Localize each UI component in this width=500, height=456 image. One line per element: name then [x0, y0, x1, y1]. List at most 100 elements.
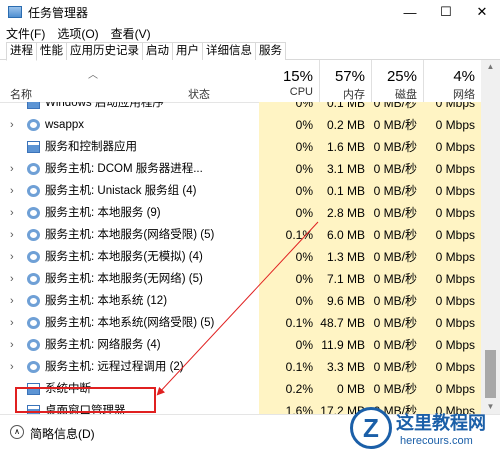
title-bar: 任务管理器 — ☐ ✕ [0, 0, 500, 24]
process-row[interactable]: Windows 启动应用程序 0% 0.1 MB 0 MB/秒 0 Mbps [0, 102, 481, 114]
process-name-cell: › 服务主机: Unistack 服务组 (4) [0, 180, 259, 202]
header-status[interactable]: 状态 [188, 86, 210, 102]
minimize-button[interactable]: — [392, 0, 428, 24]
process-network: 0 Mbps [423, 356, 481, 378]
service-gear-icon [27, 273, 40, 285]
tab-startup[interactable]: 启动 [142, 42, 173, 60]
header-network[interactable]: 4% 网络 [423, 60, 481, 102]
process-memory: 1.6 MB [319, 136, 371, 158]
process-memory: 1.3 MB [319, 246, 371, 268]
process-name-cell: 服务和控制器应用 [0, 136, 259, 158]
process-row[interactable]: › 服务主机: DCOM 服务器进程... 0% 3.1 MB 0 MB/秒 0 Mbps [0, 158, 481, 180]
chevron-right-icon[interactable]: › [10, 114, 14, 136]
process-row[interactable]: › 服务主机: 本地服务(无模拟) (4) 0% 1.3 MB 0 MB/秒 0 Mbps [0, 246, 481, 268]
process-row[interactable]: › 服务主机: Unistack 服务组 (4) 0% 0.1 MB 0 MB/秒 0 M… [0, 180, 481, 202]
header-disk[interactable]: 25% 磁盘 [371, 60, 423, 102]
process-row[interactable]: › 服务主机: 本地服务 (9) 0% 2.8 MB 0 MB/秒 0 Mbps [0, 202, 481, 224]
process-memory: 3.1 MB [319, 158, 371, 180]
maximize-button[interactable]: ☐ [428, 0, 464, 24]
menu-view[interactable]: 查看(V) [111, 25, 151, 42]
process-name: 服务主机: 本地系统 (12) [45, 295, 168, 307]
menu-options[interactable]: 选项(O) [57, 25, 98, 42]
tab-app-history[interactable]: 应用历史记录 [66, 42, 143, 60]
header-name[interactable]: 名称 [10, 86, 32, 102]
process-name-cell: › 服务主机: 远程过程调用 (2) [0, 356, 259, 378]
fewer-details-link[interactable]: 简略信息(D) [30, 425, 95, 442]
header-network-percent: 4% [453, 68, 475, 85]
header-cpu-label: CPU [289, 86, 313, 98]
process-name: 服务主机: 远程过程调用 (2) [45, 361, 184, 373]
tab-users[interactable]: 用户 [172, 42, 203, 60]
tab-performance[interactable]: 性能 [36, 42, 67, 60]
process-memory: 48.7 MB [319, 312, 371, 334]
menu-file[interactable]: 文件(F) [6, 25, 45, 42]
vertical-scrollbar[interactable]: ▲ ▼ [481, 60, 500, 414]
process-network: 0 Mbps [423, 290, 481, 312]
tab-processes[interactable]: 进程 [6, 42, 37, 61]
header-disk-label: 磁盘 [395, 89, 417, 101]
process-memory: 6.0 MB [319, 224, 371, 246]
process-network: 0 Mbps [423, 202, 481, 224]
process-row[interactable]: › 服务主机: 网络服务 (4) 0% 11.9 MB 0 MB/秒 0 Mbps [0, 334, 481, 356]
tab-services[interactable]: 服务 [255, 42, 286, 60]
process-memory: 2.8 MB [319, 202, 371, 224]
chevron-right-icon[interactable]: › [10, 268, 14, 290]
process-network: 0 Mbps [423, 102, 481, 114]
service-gear-icon [27, 207, 40, 219]
scroll-thumb[interactable] [485, 350, 496, 398]
header-memory[interactable]: 57% 内存 [319, 60, 371, 102]
chevron-right-icon[interactable]: › [10, 356, 14, 378]
process-cpu: 0% [259, 102, 319, 114]
process-disk: 0 MB/秒 [371, 246, 423, 268]
watermark-logo-icon: Z [350, 407, 392, 449]
process-row[interactable]: › 服务主机: 本地系统(网络受限) (5) 0.1% 48.7 MB 0 MB/秒 0 … [0, 312, 481, 334]
process-cpu: 0.1% [259, 356, 319, 378]
process-memory: 0.2 MB [319, 114, 371, 136]
watermark-text: 这里教程网 [396, 413, 486, 434]
process-memory: 0 MB [319, 378, 371, 400]
process-name-cell: › 服务主机: 本地服务 (9) [0, 202, 259, 224]
process-row[interactable]: › 服务主机: 本地系统 (12) 0% 9.6 MB 0 MB/秒 0 Mbps [0, 290, 481, 312]
service-gear-icon [27, 361, 40, 373]
process-row[interactable]: › wsappx 0% 0.2 MB 0 MB/秒 0 Mbps [0, 114, 481, 136]
process-row[interactable]: › 服务主机: 本地服务(无网络) (5) 0% 7.1 MB 0 MB/秒 0 Mbps [0, 268, 481, 290]
process-cpu: 0% [259, 180, 319, 202]
close-button[interactable]: ✕ [464, 0, 500, 24]
scroll-up-icon[interactable]: ▲ [481, 60, 500, 74]
process-name: 服务主机: 本地服务(无网络) (5) [45, 273, 203, 285]
process-row[interactable]: › 服务主机: 本地服务(网络受限) (5) 0.1% 6.0 MB 0 MB/秒 0 M… [0, 224, 481, 246]
chevron-right-icon[interactable]: › [10, 334, 14, 356]
process-disk: 0 MB/秒 [371, 312, 423, 334]
process-name-cell: Windows 启动应用程序 [0, 102, 259, 114]
watermark: Z 这里教程网 herecours.com [340, 405, 498, 453]
collapse-up-icon[interactable]: ∧ [10, 425, 24, 439]
chevron-right-icon[interactable]: › [10, 202, 14, 224]
chevron-right-icon[interactable]: › [10, 158, 14, 180]
header-memory-percent: 57% [334, 68, 365, 85]
process-name-cell: › 服务主机: 本地服务(无模拟) (4) [0, 246, 259, 268]
process-cpu: 0% [259, 290, 319, 312]
process-cpu: 0.2% [259, 378, 319, 400]
process-name: 服务和控制器应用 [45, 141, 137, 153]
chevron-right-icon[interactable]: › [10, 246, 14, 268]
chevron-right-icon[interactable]: › [10, 312, 14, 334]
process-network: 0 Mbps [423, 378, 481, 400]
chevron-right-icon[interactable]: › [10, 224, 14, 246]
chevron-right-icon[interactable]: › [10, 290, 14, 312]
menu-bar: 文件(F) 选项(O) 查看(V) [0, 24, 163, 42]
chevron-right-icon[interactable]: › [10, 180, 14, 202]
process-disk: 0 MB/秒 [371, 290, 423, 312]
process-row[interactable]: › 服务主机: 远程过程调用 (2) 0.1% 3.3 MB 0 MB/秒 0 Mbps [0, 356, 481, 378]
header-cpu[interactable]: 15% CPU [259, 60, 319, 102]
process-cpu: 0% [259, 268, 319, 290]
tab-details[interactable]: 详细信息 [202, 42, 256, 60]
process-network: 0 Mbps [423, 224, 481, 246]
process-memory: 0.1 MB [319, 180, 371, 202]
process-cpu: 0.1% [259, 312, 319, 334]
process-network: 0 Mbps [423, 268, 481, 290]
task-manager-icon [8, 6, 22, 18]
process-cpu: 0% [259, 114, 319, 136]
process-name: 服务主机: Unistack 服务组 (4) [45, 185, 197, 197]
process-row[interactable]: 服务和控制器应用 0% 1.6 MB 0 MB/秒 0 Mbps [0, 136, 481, 158]
watermark-url: herecours.com [400, 435, 473, 447]
